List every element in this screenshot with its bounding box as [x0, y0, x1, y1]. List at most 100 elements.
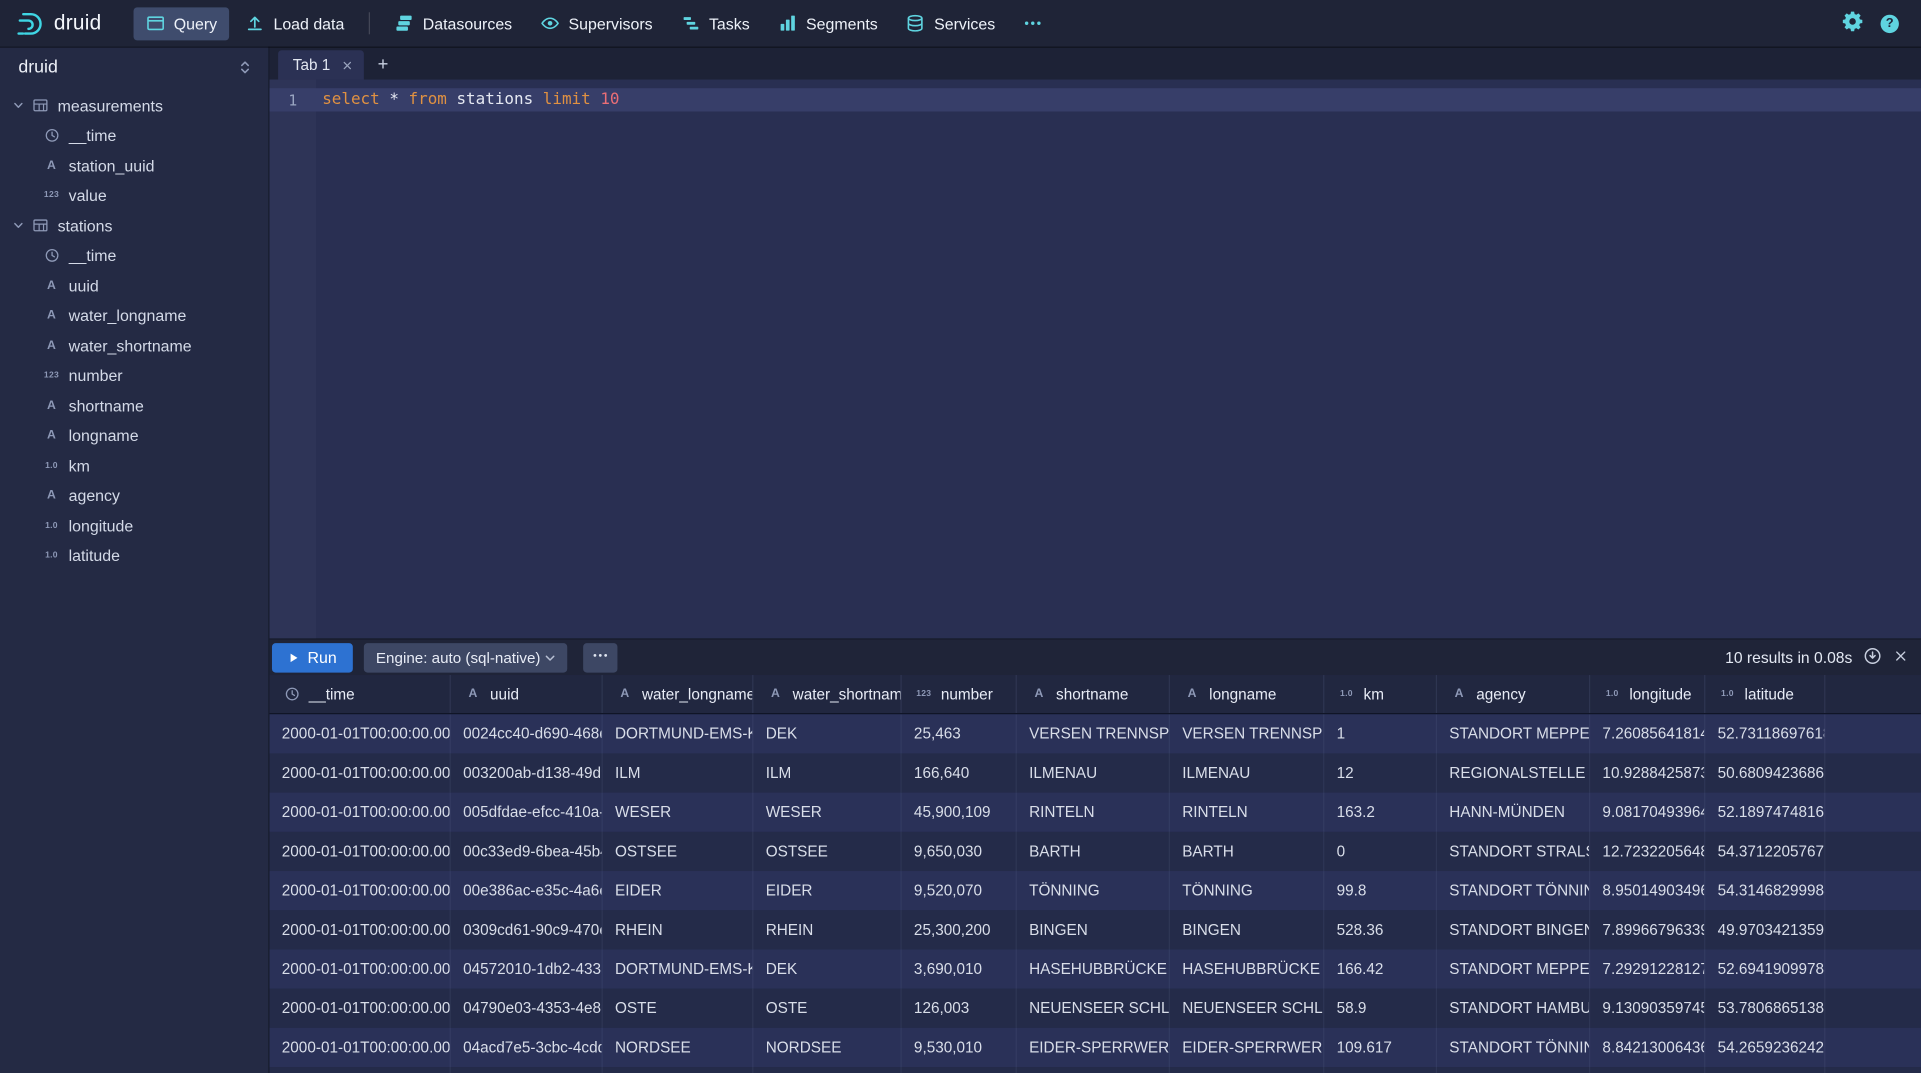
cell-number[interactable]: 166,640 [902, 753, 1017, 792]
cell-number[interactable]: 9,530,010 [902, 1028, 1017, 1067]
cell-water_longname[interactable]: NORDSEE [603, 1028, 754, 1067]
cell-water_shortname[interactable]: WESER [753, 793, 901, 832]
cell-water_shortname[interactable]: NORDSEE [753, 1028, 901, 1067]
cell-agency[interactable] [1437, 1067, 1590, 1073]
cell-agency[interactable]: STANDORT BINGEN [1437, 910, 1590, 949]
cell-water_longname[interactable]: OSTE [603, 989, 754, 1028]
cell-shortname[interactable]: HASEHUBBRÜCKE [1017, 949, 1170, 988]
cell-longitude[interactable]: 7.292912281272 [1590, 949, 1705, 988]
cell-shortname[interactable]: RINTELN [1017, 793, 1170, 832]
cell-number[interactable]: 25,300,200 [902, 910, 1017, 949]
tree-field-agency[interactable]: Aagency [0, 481, 268, 511]
cell-water_longname[interactable]: EIDER [603, 871, 754, 910]
cell-uuid[interactable]: 003200ab-d138-49d9- [451, 753, 603, 792]
cell-water_shortname[interactable]: OSTSEE [753, 832, 901, 871]
cell-number[interactable]: 9,650,030 [902, 832, 1017, 871]
cell-longname[interactable]: TÖNNING [1170, 871, 1324, 910]
tree-field-__time[interactable]: __time [0, 241, 268, 271]
cell-longitude[interactable]: 9.130903597451 [1590, 989, 1705, 1028]
column-header-uuid[interactable]: Auuid [451, 675, 603, 713]
tree-field-shortname[interactable]: Ashortname [0, 391, 268, 421]
cell-__time[interactable]: 2000-01-01T00:00:00.000Z [270, 910, 451, 949]
nav-services[interactable]: Services [894, 7, 1008, 40]
cell-latitude[interactable]: 49.97034213591 [1705, 910, 1825, 949]
cell-number[interactable]: 25,463 [902, 714, 1017, 753]
cell-km[interactable]: 0 [1324, 832, 1437, 871]
cell-shortname[interactable]: ILMENAU [1017, 753, 1170, 792]
cell-longname[interactable]: HASEHUBBRÜCKE [1170, 949, 1324, 988]
cell-latitude[interactable]: 52.69419099784 [1705, 949, 1825, 988]
cell-__time[interactable]: 2000-01-01T00:00:00.000Z [270, 949, 451, 988]
tree-field-station_uuid[interactable]: Astation_uuid [0, 151, 268, 181]
cell-__time[interactable]: 2000-01-01T00:00:00.000Z [270, 832, 451, 871]
tree-field-water_shortname[interactable]: Awater_shortname [0, 331, 268, 361]
tree-field-uuid[interactable]: Auuid [0, 271, 268, 301]
cell-longitude[interactable]: 7.260856418142 [1590, 714, 1705, 753]
close-tab-icon[interactable] [341, 59, 352, 70]
download-results-button[interactable] [1863, 646, 1881, 668]
nav-datasources[interactable]: Datasources [382, 7, 524, 40]
cell-__time[interactable]: 2000-01-01T00:00:00.000Z [270, 753, 451, 792]
cell-water_longname[interactable]: DORTMUND-EMS-KANAL [603, 949, 754, 988]
cell-water_longname[interactable] [603, 1067, 754, 1073]
cell-__time[interactable]: 2000-01-01T00:00:00.000Z [270, 871, 451, 910]
cell-number[interactable]: 126,003 [902, 989, 1017, 1028]
cell-agency[interactable]: STANDORT MEPPEN [1437, 714, 1590, 753]
cell-agency[interactable]: STANDORT HAMBURG [1437, 989, 1590, 1028]
cell-__time[interactable]: 2000-01-01T00:00:00.000Z [270, 1028, 451, 1067]
cell-water_shortname[interactable]: ILM [753, 753, 901, 792]
cell-water_shortname[interactable]: DEK [753, 714, 901, 753]
cell-number[interactable] [902, 1067, 1017, 1073]
nav-supervisors[interactable]: Supervisors [528, 7, 665, 40]
tree-field-number[interactable]: 123number [0, 361, 268, 391]
cell-longitude[interactable]: 10.92884258739 [1590, 753, 1705, 792]
column-header-latitude[interactable]: 1.0latitude [1705, 675, 1825, 713]
cell-longitude[interactable] [1590, 1067, 1705, 1073]
nav-query[interactable]: Query [133, 7, 229, 40]
cell-latitude[interactable]: 53.78068651386 [1705, 989, 1825, 1028]
tree-field-longitude[interactable]: 1.0longitude [0, 511, 268, 541]
cell-km[interactable]: 99.8 [1324, 871, 1437, 910]
druid-brand[interactable]: druid [15, 9, 102, 38]
cell-km[interactable]: 12 [1324, 753, 1437, 792]
cell-number[interactable]: 45,900,109 [902, 793, 1017, 832]
nav-segments[interactable]: Segments [766, 7, 890, 40]
cell-km[interactable]: 166.42 [1324, 949, 1437, 988]
cell-water_longname[interactable]: OSTSEE [603, 832, 754, 871]
active-code-line[interactable]: 1 select * from stations limit 10 [270, 88, 1921, 111]
cell-water_longname[interactable]: WESER [603, 793, 754, 832]
add-tab-button[interactable]: + [368, 50, 397, 79]
cell-longname[interactable]: VERSEN TRENNSPITZE [1170, 714, 1324, 753]
query-more-button[interactable] [583, 643, 617, 672]
cell-uuid[interactable]: 04572010-1db2-4338- [451, 949, 603, 988]
cell-km[interactable]: 163.2 [1324, 793, 1437, 832]
cell-latitude[interactable]: 50.68094236869 [1705, 753, 1825, 792]
cell-shortname[interactable] [1017, 1067, 1170, 1073]
cell-longname[interactable]: BINGEN [1170, 910, 1324, 949]
cell-uuid[interactable] [451, 1067, 603, 1073]
cell-longitude[interactable]: 7.899667963397 [1590, 910, 1705, 949]
cell-longname[interactable]: ILMENAU [1170, 753, 1324, 792]
cell-agency[interactable]: STANDORT STRALSUND [1437, 832, 1590, 871]
cell-shortname[interactable]: EIDER-SPERRWERK AP [1017, 1028, 1170, 1067]
cell-longitude[interactable]: 8.950149034965 [1590, 871, 1705, 910]
double-caret-vertical-icon[interactable] [236, 59, 253, 76]
sql-editor[interactable]: 1 select * from stations limit 10 [270, 80, 1921, 639]
tree-table-stations[interactable]: stations [0, 211, 268, 241]
cell-water_shortname[interactable]: OSTE [753, 989, 901, 1028]
cell-water_shortname[interactable]: RHEIN [753, 910, 901, 949]
cell-water_longname[interactable]: ILM [603, 753, 754, 792]
cell-__time[interactable]: 2000-01-01T00:00:00.000Z [270, 714, 451, 753]
cell-agency[interactable]: STANDORT TÖNNING [1437, 871, 1590, 910]
cell-latitude[interactable]: 54.26592362421 [1705, 1028, 1825, 1067]
cell-km[interactable] [1324, 1067, 1437, 1073]
cell-water_shortname[interactable]: DEK [753, 949, 901, 988]
cell-latitude[interactable]: 54.31468299984 [1705, 871, 1825, 910]
column-header-km[interactable]: 1.0km [1324, 675, 1437, 713]
nav-load-data[interactable]: Load data [233, 7, 357, 40]
nav-tasks[interactable]: Tasks [669, 7, 762, 40]
tree-field-__time[interactable]: __time [0, 121, 268, 151]
help-button[interactable]: ? [1881, 14, 1899, 32]
column-header-longitude[interactable]: 1.0longitude [1590, 675, 1705, 713]
cell-longname[interactable]: EIDER-SPERRWERK AP [1170, 1028, 1324, 1067]
